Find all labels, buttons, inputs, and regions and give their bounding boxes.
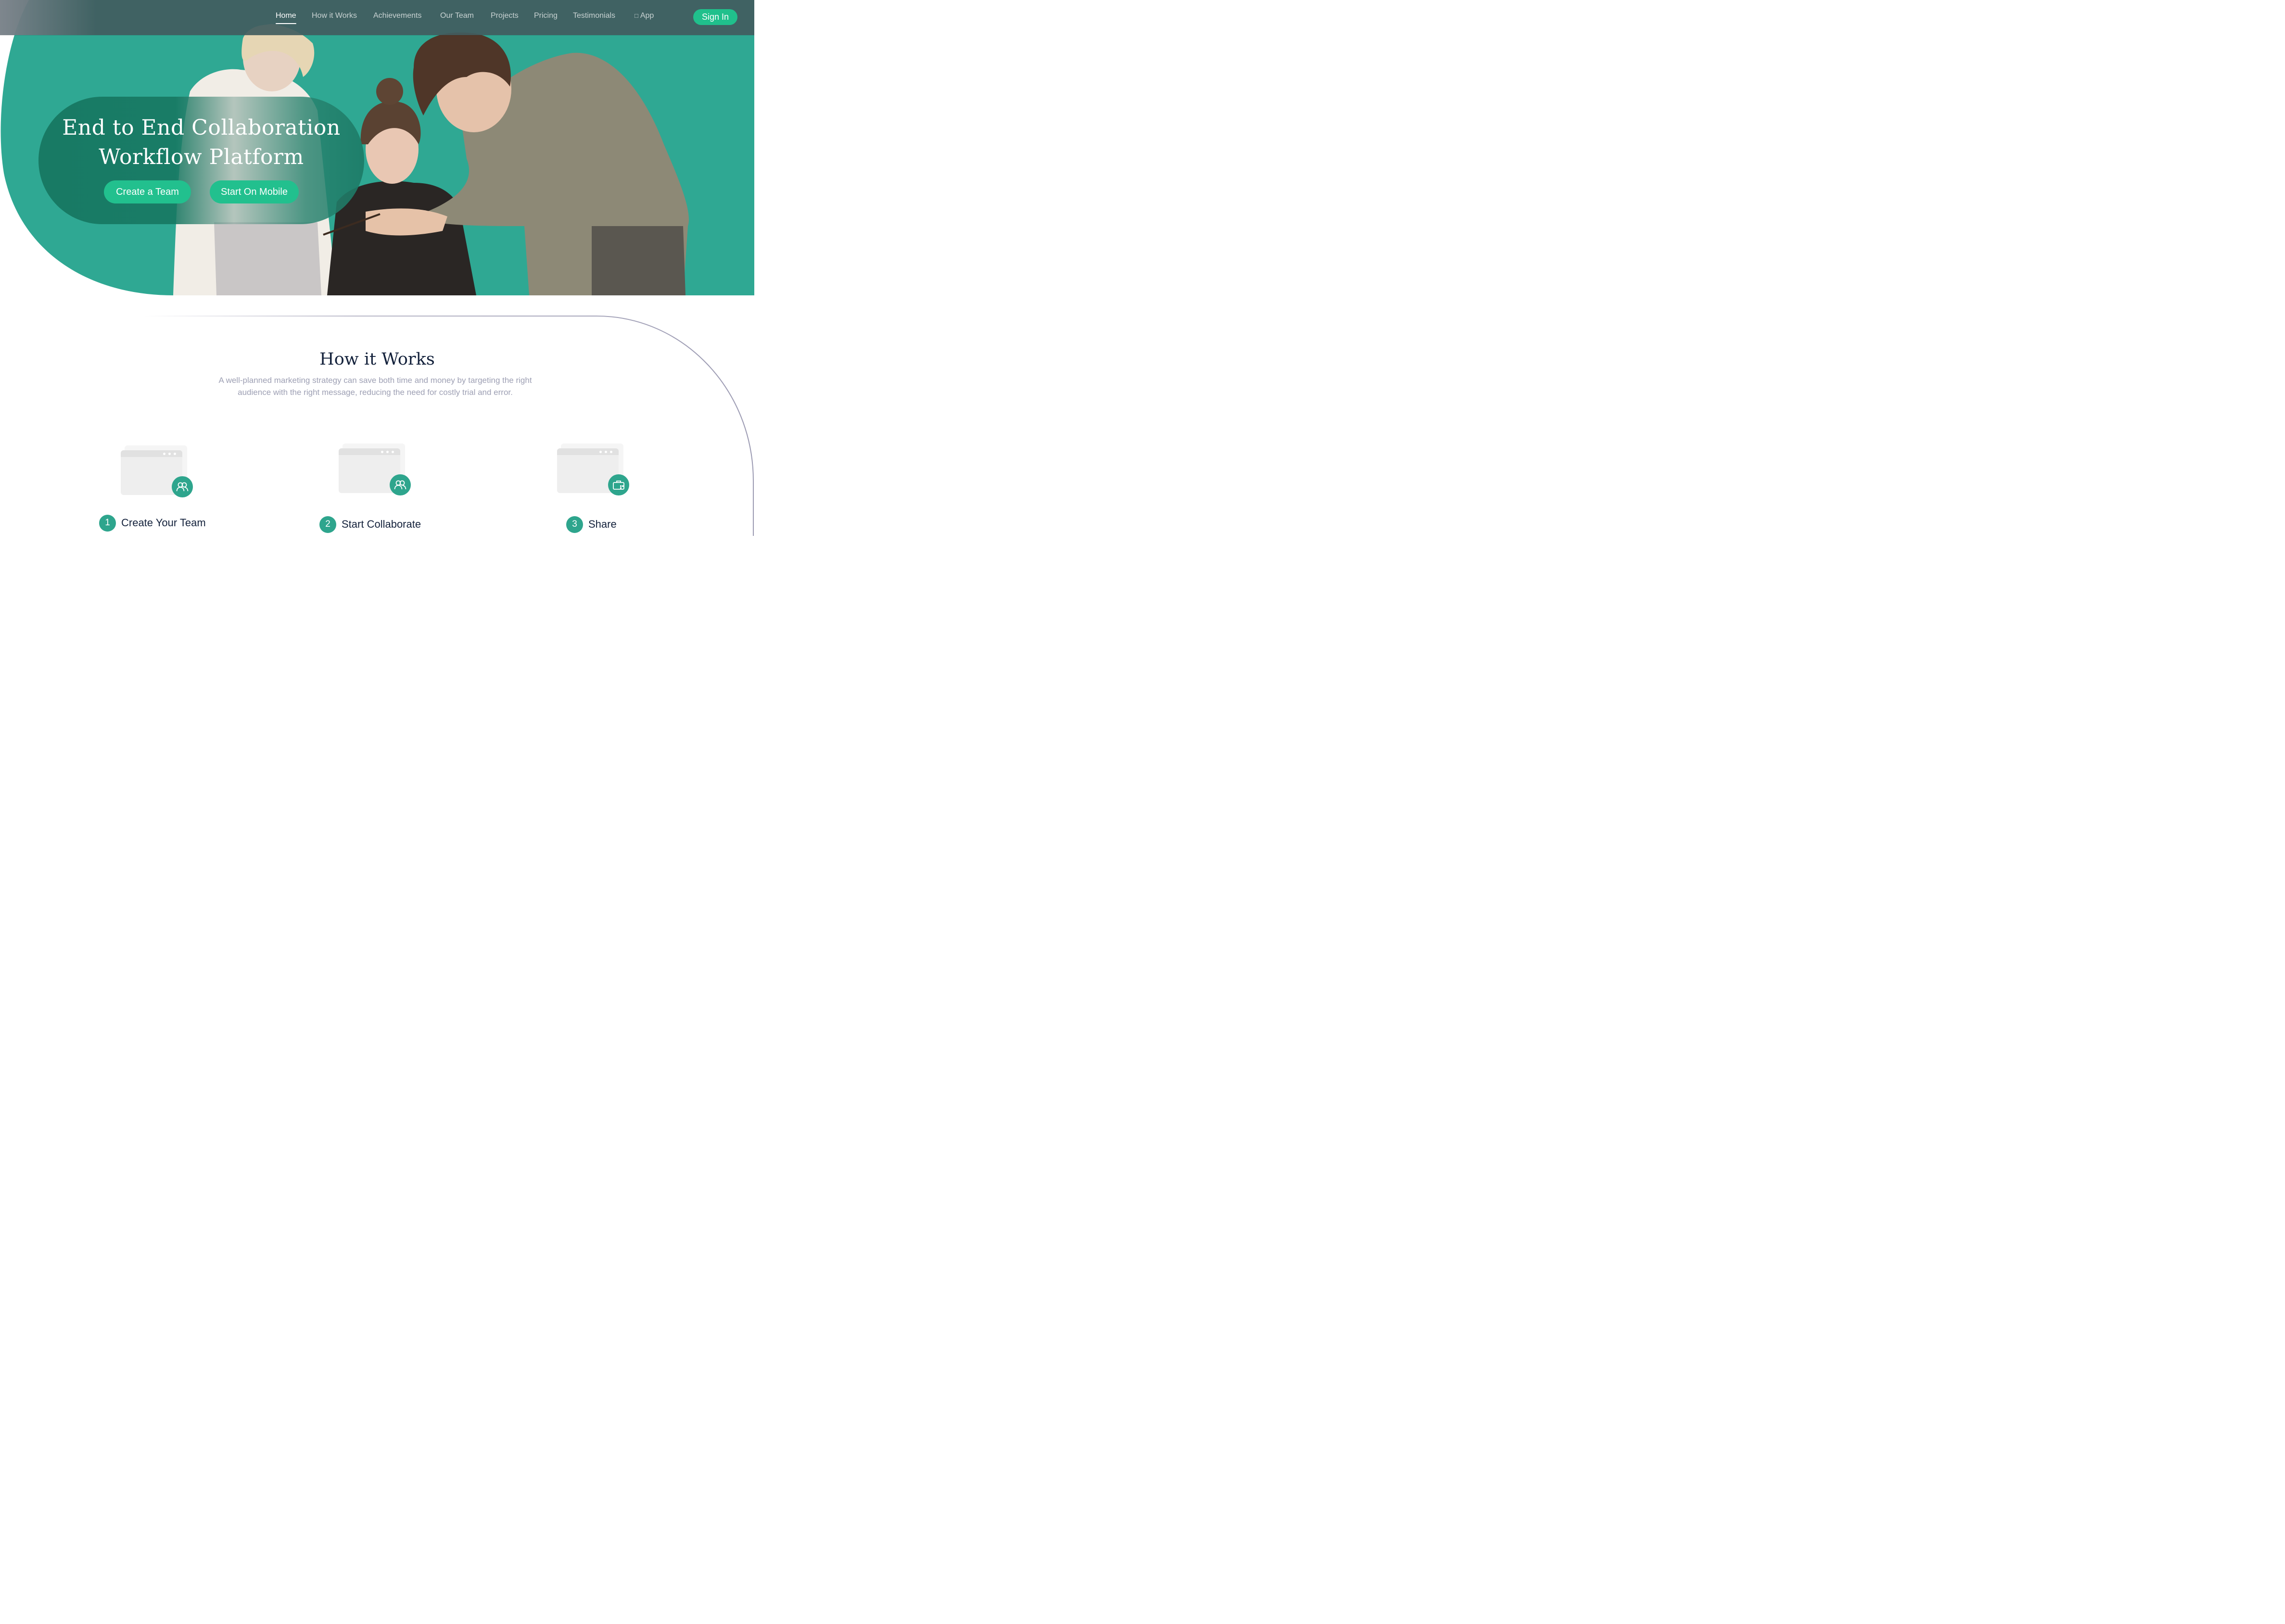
step-3-label: 3 Share bbox=[566, 516, 617, 533]
step-1-text: Create Your Team bbox=[121, 517, 206, 529]
nav-how-it-works[interactable]: How it Works bbox=[312, 12, 357, 22]
start-mobile-button[interactable]: Start On Mobile bbox=[210, 180, 299, 203]
nav-app-label: App bbox=[640, 12, 654, 20]
nav-our-team[interactable]: Our Team bbox=[440, 12, 474, 22]
hero-section: End to End Collaboration Workflow Platfo… bbox=[0, 0, 754, 295]
section-description: A well-planned marketing strategy can sa… bbox=[194, 374, 556, 398]
hero-title-line-1: End to End Collaboration bbox=[62, 115, 341, 140]
nav-testimonials[interactable]: Testimonials bbox=[573, 12, 615, 22]
step-3-illustration bbox=[557, 444, 634, 496]
nav-projects[interactable]: Projects bbox=[491, 12, 519, 22]
section-description-line-1: A well-planned marketing strategy can sa… bbox=[218, 376, 532, 385]
section-title: How it Works bbox=[319, 350, 435, 369]
step-1-number: 1 bbox=[99, 514, 116, 532]
step-2-text: Start Collaborate bbox=[342, 518, 421, 530]
step-3-text: Share bbox=[588, 518, 617, 530]
nav-achievements[interactable]: Achievements bbox=[373, 12, 422, 22]
step-2-number: 2 bbox=[319, 516, 336, 533]
create-team-button[interactable]: Create a Team bbox=[104, 180, 191, 203]
hero-card: End to End Collaboration Workflow Platfo… bbox=[38, 97, 364, 224]
apple-icon: □ bbox=[635, 12, 638, 19]
nav-home[interactable]: Home bbox=[276, 12, 296, 24]
step-2-label: 2 Start Collaborate bbox=[319, 516, 421, 533]
briefcase-icon bbox=[608, 474, 629, 495]
sign-in-button[interactable]: Sign In bbox=[693, 9, 737, 25]
users-icon bbox=[390, 474, 411, 495]
section-description-line-2: audience with the right message, reducin… bbox=[238, 388, 513, 397]
step-3-number: 3 bbox=[566, 516, 583, 533]
step-2-illustration bbox=[339, 444, 416, 496]
nav-app[interactable]: □ App bbox=[635, 12, 654, 22]
hero-title-line-2: Workflow Platform bbox=[99, 145, 304, 169]
step-1-label: 1 Create Your Team bbox=[99, 514, 206, 532]
nav-pricing[interactable]: Pricing bbox=[534, 12, 558, 22]
users-icon bbox=[172, 476, 193, 497]
top-navbar: Home How it Works Achievements Our Team … bbox=[0, 0, 754, 35]
section-decorative-arc bbox=[144, 316, 754, 536]
step-1-illustration bbox=[121, 445, 198, 498]
